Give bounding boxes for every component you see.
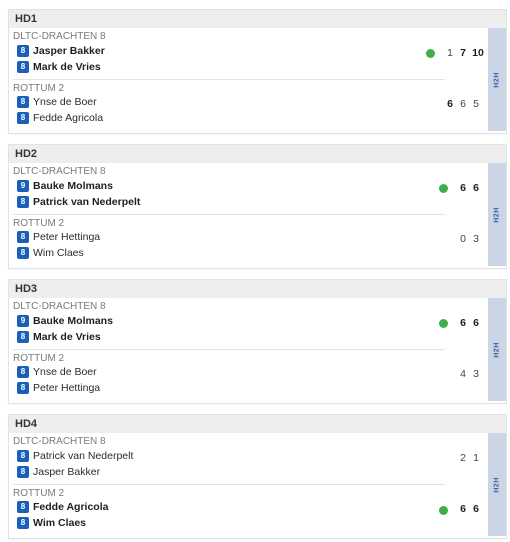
player-name: Jasper Bakker: [33, 466, 101, 478]
rating-badge: 8: [17, 466, 29, 479]
match-card-hd3: HD3 DLTC-DRACHTEN 8 9 Bauke Molmans 8 Mark…: [9, 280, 506, 403]
rating-badge: 8: [17, 331, 29, 344]
match-label: HD1: [9, 10, 506, 28]
home-player-1[interactable]: 9 Bauke Molmans: [17, 315, 113, 328]
home-set-1-score: 6: [460, 182, 466, 194]
away-team-name: ROTTUM 2: [13, 488, 65, 499]
match-label: HD3: [9, 280, 506, 298]
winner-dot-icon: [426, 49, 435, 58]
match-label: HD2: [9, 145, 506, 163]
home-set-2-score: 6: [473, 317, 479, 329]
h2h-button[interactable]: H2H: [488, 163, 506, 266]
h2h-label: H2H: [493, 341, 501, 358]
home-set-2-score: 7: [460, 47, 466, 59]
away-set-1-score: 0: [460, 233, 466, 245]
home-set-3-score: 10: [472, 47, 484, 59]
h2h-label: H2H: [493, 71, 501, 88]
home-set-2-score: 6: [473, 182, 479, 194]
away-player-1[interactable]: 8 Fedde Agricola: [17, 501, 108, 514]
away-set-3-score: 5: [473, 98, 479, 110]
team-divider: [13, 214, 445, 215]
rating-badge: 9: [17, 180, 29, 193]
away-player-2[interactable]: 8 Wim Claes: [17, 247, 84, 260]
player-name: Bauke Molmans: [33, 315, 113, 327]
player-name: Mark de Vries: [33, 331, 101, 343]
rating-badge: 8: [17, 517, 29, 530]
rating-badge: 8: [17, 45, 29, 58]
rating-badge: 8: [17, 382, 29, 395]
player-name: Peter Hettinga: [33, 231, 101, 243]
away-set-2-score: 6: [460, 98, 466, 110]
home-team-name: DLTC-DRACHTEN 8: [13, 301, 106, 312]
player-name: Mark de Vries: [33, 61, 101, 73]
home-team-name: DLTC-DRACHTEN 8: [13, 31, 106, 42]
team-divider: [13, 79, 445, 80]
team-divider: [13, 349, 445, 350]
home-set-1-score: 1: [447, 47, 453, 59]
home-player-1[interactable]: 8 Jasper Bakker: [17, 45, 105, 58]
away-team-name: ROTTUM 2: [13, 83, 65, 94]
rating-badge: 8: [17, 366, 29, 379]
home-team-name: DLTC-DRACHTEN 8: [13, 436, 106, 447]
rating-badge: 8: [17, 450, 29, 463]
home-player-1[interactable]: 9 Bauke Molmans: [17, 180, 113, 193]
player-name: Patrick van Nederpelt: [33, 196, 141, 208]
h2h-button[interactable]: H2H: [488, 433, 506, 536]
player-name: Fedde Agricola: [33, 501, 109, 513]
h2h-label: H2H: [493, 476, 501, 493]
match-card-hd1: HD1 DLTC-DRACHTEN 8 8 Jasper Bakker 8 Mark…: [9, 10, 506, 133]
player-name: Jasper Bakker: [33, 45, 105, 57]
away-set-2-score: 3: [473, 233, 479, 245]
match-label: HD4: [9, 415, 506, 433]
winner-dot-icon: [439, 506, 448, 515]
home-player-2[interactable]: 8 Patrick van Nederpelt: [17, 196, 140, 209]
match-card-hd4: HD4 DLTC-DRACHTEN 8 8 Patrick van Nederpe…: [9, 415, 506, 538]
match-card-hd2: HD2 DLTC-DRACHTEN 8 9 Bauke Molmans 8 Patr…: [9, 145, 506, 268]
away-player-1[interactable]: 8 Peter Hettinga: [17, 231, 100, 244]
player-name: Wim Claes: [33, 247, 84, 259]
away-player-2[interactable]: 8 Peter Hettinga: [17, 382, 100, 395]
player-name: Bauke Molmans: [33, 180, 113, 192]
home-player-2[interactable]: 8 Mark de Vries: [17, 61, 101, 74]
rating-badge: 8: [17, 61, 29, 74]
away-set-1-score: 4: [460, 368, 466, 380]
away-set-2-score: 6: [473, 503, 479, 515]
away-team-name: ROTTUM 2: [13, 353, 65, 364]
home-set-2-score: 1: [473, 452, 479, 464]
away-team-name: ROTTUM 2: [13, 218, 65, 229]
home-team-name: DLTC-DRACHTEN 8: [13, 166, 106, 177]
player-name: Patrick van Nederpelt: [33, 450, 134, 462]
team-divider: [13, 484, 445, 485]
away-player-1[interactable]: 8 Ynse de Boer: [17, 96, 97, 109]
rating-badge: 8: [17, 501, 29, 514]
away-player-2[interactable]: 8 Wim Claes: [17, 517, 86, 530]
rating-badge: 9: [17, 315, 29, 328]
away-set-2-score: 3: [473, 368, 479, 380]
rating-badge: 8: [17, 112, 29, 125]
home-set-1-score: 6: [460, 317, 466, 329]
home-player-1[interactable]: 8 Patrick van Nederpelt: [17, 450, 133, 463]
rating-badge: 8: [17, 96, 29, 109]
winner-dot-icon: [439, 319, 448, 328]
player-name: Wim Claes: [33, 517, 87, 529]
winner-dot-icon: [439, 184, 448, 193]
home-player-2[interactable]: 8 Jasper Bakker: [17, 466, 100, 479]
player-name: Fedde Agricola: [33, 112, 104, 124]
player-name: Ynse de Boer: [33, 96, 97, 108]
rating-badge: 8: [17, 196, 29, 209]
away-player-1[interactable]: 8 Ynse de Boer: [17, 366, 97, 379]
h2h-button[interactable]: H2H: [488, 28, 506, 131]
away-set-1-score: 6: [447, 98, 453, 110]
h2h-button[interactable]: H2H: [488, 298, 506, 401]
rating-badge: 8: [17, 231, 29, 244]
h2h-label: H2H: [493, 206, 501, 223]
rating-badge: 8: [17, 247, 29, 260]
away-player-2[interactable]: 8 Fedde Agricola: [17, 112, 103, 125]
home-set-1-score: 2: [460, 452, 466, 464]
player-name: Peter Hettinga: [33, 382, 101, 394]
away-set-1-score: 6: [460, 503, 466, 515]
home-player-2[interactable]: 8 Mark de Vries: [17, 331, 101, 344]
player-name: Ynse de Boer: [33, 366, 97, 378]
